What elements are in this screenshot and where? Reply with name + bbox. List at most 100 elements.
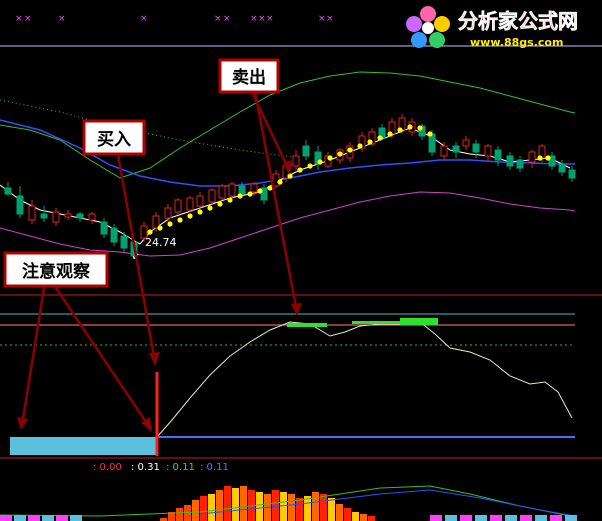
top-marker: × — [266, 14, 274, 24]
top-marker: × — [15, 14, 23, 24]
signal-dot — [227, 197, 233, 203]
candle-body — [292, 155, 300, 167]
oscillator-line — [156, 321, 573, 438]
bottom-histogram — [0, 485, 577, 521]
candle-body — [440, 145, 448, 157]
oscillator — [156, 318, 573, 438]
signal-dot — [257, 188, 263, 194]
dotted-ma-line — [0, 99, 301, 159]
signal-dot — [387, 131, 393, 137]
bottom-strip-block — [42, 515, 54, 521]
signal-dot — [167, 221, 173, 227]
green-histogram-bar — [287, 323, 327, 327]
candle-body — [250, 183, 258, 193]
histogram-bar — [216, 490, 223, 521]
candle-body — [64, 213, 72, 218]
candle-body — [76, 213, 84, 219]
signal-dot — [317, 159, 323, 165]
candle-body — [186, 197, 194, 211]
histogram-bar — [240, 486, 247, 521]
histogram-bar — [200, 496, 207, 521]
histogram-bar — [328, 498, 335, 521]
candle-body — [302, 145, 310, 157]
bottom-strip-block — [550, 515, 562, 521]
candle-body — [558, 163, 566, 173]
buy-callout: 买入 — [82, 119, 146, 156]
top-marker: × — [140, 14, 148, 24]
bottom-strip-block — [565, 515, 577, 521]
green-histogram-bar — [400, 318, 438, 325]
signal-dots — [147, 124, 551, 235]
signal-dot — [157, 225, 163, 231]
candle-body — [52, 211, 60, 223]
candle-body — [16, 195, 24, 215]
candle-body — [472, 143, 480, 153]
signal-dot — [427, 131, 433, 137]
buy-label: 买入 — [97, 130, 131, 150]
signal-dot — [197, 209, 203, 215]
candle-body — [494, 149, 502, 161]
top-marker: × — [250, 14, 258, 24]
histogram-bar — [304, 496, 311, 521]
histogram-bar — [296, 498, 303, 521]
logo-title: 分析家公式网 — [458, 9, 578, 33]
bottom-strip-block — [505, 515, 517, 521]
histogram-bar — [256, 492, 263, 521]
bottom-strip-block — [14, 515, 26, 521]
candle-body — [110, 227, 118, 243]
top-marker: × — [214, 14, 222, 24]
signal-dot — [247, 191, 253, 197]
bottom-strip-block — [460, 515, 472, 521]
signal-dot — [297, 167, 303, 173]
stock-chart: × × × × × × × × × × × 24.74 ↙ : 0.00 : 0.31 : 0.11… — [0, 6, 602, 521]
logo-url: www.88gs.com — [470, 36, 563, 49]
bottom-strip-block — [28, 515, 40, 521]
sell-callout: 卖出 — [218, 58, 280, 94]
histogram-bar — [272, 490, 279, 521]
site-logo: 分析家公式网 www.88gs.com — [406, 6, 578, 49]
signal-dot — [287, 173, 293, 179]
bottom-strip-block — [56, 515, 68, 521]
signal-dot — [177, 217, 183, 223]
candle-body — [462, 139, 470, 147]
histogram-bar — [368, 516, 375, 521]
candle-body — [196, 195, 204, 207]
candle-body — [208, 189, 216, 203]
flower-icon — [406, 6, 450, 48]
bottom-strip-block — [70, 515, 82, 521]
top-marker: × — [24, 14, 32, 24]
signal-dot — [367, 139, 373, 145]
arrow-heads — [17, 160, 302, 432]
signal-dot — [537, 155, 543, 161]
candle-body — [452, 145, 460, 153]
sell-label: 卖出 — [232, 67, 266, 88]
candle-body — [528, 151, 536, 163]
candle-body — [28, 205, 36, 221]
readout-1: : 0.00 — [93, 462, 122, 473]
top-marker: × — [58, 14, 66, 24]
signal-dot — [187, 213, 193, 219]
histogram-bar — [312, 492, 319, 521]
signal-dot — [237, 193, 243, 199]
histogram-bar — [224, 486, 231, 521]
candle-body — [100, 221, 108, 235]
candle-body — [484, 145, 492, 157]
bottom-strip-block — [0, 515, 12, 521]
histogram-bar — [320, 494, 327, 521]
signal-dot — [307, 163, 313, 169]
candle-body — [568, 169, 576, 179]
histogram-bar — [336, 504, 343, 521]
candle-body — [88, 213, 96, 221]
signal-dot — [337, 151, 343, 157]
top-marker-row: × × × × × × × × × × × — [15, 14, 334, 24]
lower-band-line — [0, 191, 576, 257]
candle-body — [4, 187, 12, 195]
signal-dot — [217, 201, 223, 207]
candle-body — [506, 155, 514, 167]
histogram-bar — [344, 508, 351, 521]
signal-dot — [407, 124, 413, 130]
watch-label: 注意观察 — [22, 261, 91, 282]
readout-3: : 0.11 — [166, 462, 195, 473]
signal-dot — [377, 135, 383, 141]
histogram-bar — [176, 508, 183, 521]
